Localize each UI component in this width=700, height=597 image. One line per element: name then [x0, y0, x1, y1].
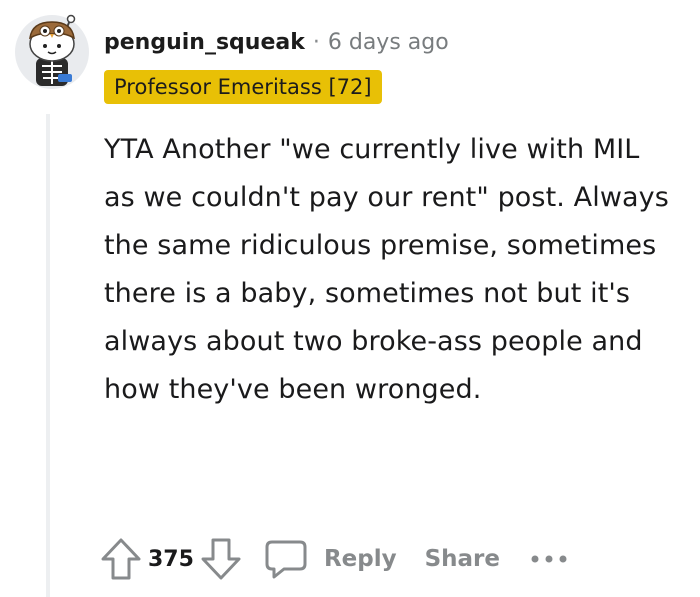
comment-meta: penguin_squeak · 6 days ago — [104, 26, 449, 58]
ellipsis-icon — [531, 555, 567, 563]
more-options-button[interactable] — [530, 553, 568, 565]
downvote-arrow-icon[interactable] — [200, 537, 242, 581]
speech-bubble-icon — [265, 540, 307, 579]
share-button[interactable]: Share — [425, 546, 500, 572]
avatar[interactable] — [14, 14, 90, 90]
comment: penguin_squeak · 6 days ago Professor Em… — [0, 0, 700, 597]
vote-score: 375 — [148, 546, 194, 572]
flair-label: Professor Emeritass [72] — [114, 75, 372, 99]
thread-line[interactable] — [46, 114, 50, 597]
avatar-icon — [15, 14, 89, 89]
timestamp[interactable]: 6 days ago — [328, 30, 449, 55]
upvote-arrow-icon[interactable] — [100, 537, 142, 581]
comment-body: YTA Another "we currently live with MIL … — [104, 126, 674, 414]
user-flair: Professor Emeritass [72] — [104, 70, 382, 104]
meta-separator: · — [312, 29, 320, 55]
comment-actions: 375 Reply Share — [100, 534, 568, 584]
reply-label: Reply — [323, 546, 397, 572]
reply-button[interactable]: Reply — [264, 538, 397, 580]
username[interactable]: penguin_squeak — [104, 30, 305, 55]
comment-body-text: YTA Another "we currently live with MIL … — [104, 134, 669, 405]
